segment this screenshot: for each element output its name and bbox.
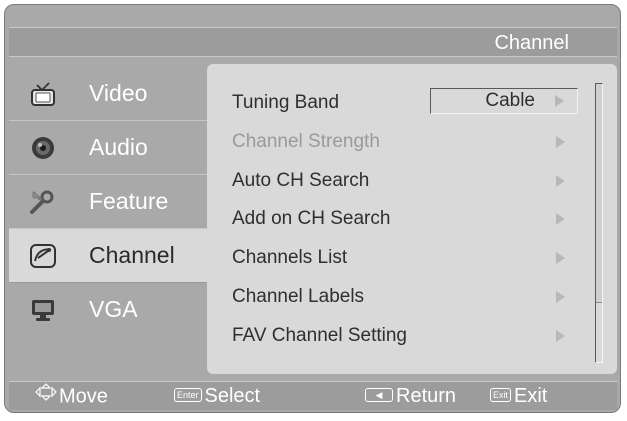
- page-title: Channel: [494, 32, 569, 54]
- move-label: Move: [59, 385, 108, 408]
- chevron-right-icon: [556, 175, 565, 187]
- menu-item-channel[interactable]: Channel: [9, 229, 207, 283]
- satellite-dish-icon: [28, 241, 58, 271]
- chevron-right-icon: [555, 95, 564, 107]
- tools-icon: [28, 187, 58, 217]
- chevron-right-icon: [556, 252, 565, 264]
- monitor-icon: [28, 295, 58, 325]
- chevron-right-icon: [556, 136, 565, 148]
- menu-item-label: Video: [89, 80, 148, 106]
- setting-label: FAV Channel Setting: [232, 325, 407, 346]
- setting-label: Channel Strength: [232, 131, 380, 152]
- menu-item-label: Audio: [89, 134, 148, 160]
- setting-fav-channel[interactable]: FAV Channel Setting: [232, 318, 572, 354]
- setting-add-on-ch-search[interactable]: Add on CH Search: [232, 201, 572, 237]
- hint-exit: Exit Exit: [490, 385, 547, 408]
- menu-item-video[interactable]: Video: [9, 67, 207, 121]
- enter-key-icon: Enter: [174, 387, 202, 402]
- setting-channel-labels[interactable]: Channel Labels: [232, 279, 572, 315]
- scrollbar[interactable]: [595, 83, 603, 363]
- chevron-right-icon: [556, 330, 565, 342]
- tuning-band-value: Cable: [485, 90, 535, 111]
- return-label: Return: [396, 385, 457, 407]
- setting-auto-ch-search[interactable]: Auto CH Search: [232, 163, 572, 199]
- main-menu: Video Audio Feature Channel VGA: [9, 67, 207, 337]
- setting-channels-list[interactable]: Channels List: [232, 240, 572, 276]
- dpad-icon: [35, 383, 57, 407]
- menu-item-label: Feature: [89, 188, 169, 214]
- scrollbar-thumb[interactable]: [596, 84, 602, 303]
- chevron-right-icon: [556, 213, 565, 225]
- menu-item-feature[interactable]: Feature: [9, 175, 207, 229]
- chevron-right-icon: [556, 291, 565, 303]
- select-label: Select: [204, 385, 261, 407]
- tuning-band-select[interactable]: Cable: [430, 88, 578, 114]
- menu-item-label: VGA: [89, 296, 138, 322]
- menu-item-vga[interactable]: VGA: [9, 283, 207, 337]
- help-bar: Move Enter Select ◀ Return Exit Exit: [9, 381, 617, 410]
- hint-return: ◀ Return: [365, 385, 456, 408]
- setting-tuning-band[interactable]: Tuning Band Cable: [232, 85, 578, 121]
- setting-label: Channel Labels: [232, 286, 365, 307]
- exit-label: Exit: [514, 385, 548, 407]
- tv-icon: [28, 79, 58, 109]
- settings-panel: Tuning Band Cable Channel Strength Auto …: [207, 64, 617, 374]
- speaker-icon: [28, 133, 58, 163]
- exit-key-icon: Exit: [490, 387, 512, 402]
- menu-item-audio[interactable]: Audio: [9, 121, 207, 175]
- setting-label: Tuning Band: [232, 92, 340, 113]
- return-key-icon: ◀: [365, 387, 393, 402]
- hint-move: Move: [35, 383, 108, 409]
- hint-select: Enter Select: [174, 385, 260, 408]
- menu-item-label: Channel: [89, 242, 175, 268]
- setting-label: Channels List: [232, 247, 348, 268]
- setting-channel-strength: Channel Strength: [232, 124, 572, 160]
- setting-label: Add on CH Search: [232, 208, 391, 229]
- setting-label: Auto CH Search: [232, 170, 370, 191]
- title-bar: Channel: [9, 27, 617, 57]
